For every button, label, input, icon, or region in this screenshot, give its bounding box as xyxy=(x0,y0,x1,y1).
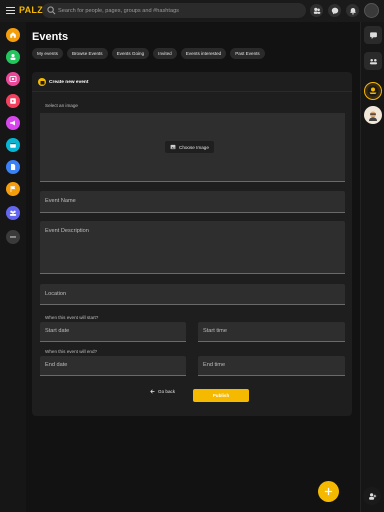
top-bar: PALZ xyxy=(0,0,384,22)
left-sidebar xyxy=(0,22,26,512)
end-label: When this event will end? xyxy=(45,349,98,354)
card-header: Create new event xyxy=(38,78,88,86)
profile-avatar[interactable] xyxy=(364,3,379,18)
start-time-placeholder: Start time xyxy=(203,328,227,334)
tab-invited[interactable]: Invited xyxy=(153,48,177,59)
end-date-field[interactable]: End date xyxy=(40,356,186,376)
arrow-left-icon xyxy=(150,389,155,394)
image-icon xyxy=(170,144,176,150)
plus-icon xyxy=(324,487,333,496)
event-description-field[interactable]: Event Description xyxy=(40,221,345,274)
flag-icon[interactable] xyxy=(6,182,20,196)
tab-my-events[interactable]: My events xyxy=(32,48,63,59)
page-icon[interactable] xyxy=(6,160,20,174)
add-button[interactable] xyxy=(318,481,339,502)
choose-image-label: Choose Image xyxy=(179,144,209,150)
publish-label: Publish xyxy=(212,393,230,398)
menu-icon[interactable] xyxy=(6,7,15,14)
calendar-icon[interactable] xyxy=(6,138,20,152)
image-dropzone[interactable]: Choose Image xyxy=(40,113,345,182)
end-time-field[interactable]: End time xyxy=(198,356,345,376)
add-friend-icon[interactable] xyxy=(363,487,381,505)
location-field[interactable]: Location xyxy=(40,284,345,305)
page-title: Events xyxy=(32,31,69,43)
photo-icon[interactable] xyxy=(6,72,20,86)
tab-past-events[interactable]: Past Events xyxy=(230,48,265,59)
event-name-placeholder: Event Name xyxy=(45,198,76,204)
more-icon[interactable] xyxy=(6,230,20,244)
event-tabs: My events Browse Events Events Going Inv… xyxy=(32,48,265,59)
choose-image-button[interactable]: Choose Image xyxy=(165,141,214,153)
home-icon[interactable] xyxy=(6,28,20,42)
card-title: Create new event xyxy=(49,79,89,85)
event-name-field[interactable]: Event Name xyxy=(40,191,345,213)
tab-events-going[interactable]: Events Going xyxy=(111,48,150,59)
start-time-field[interactable]: Start time xyxy=(198,322,345,342)
tab-events-interested[interactable]: Events interested xyxy=(180,48,227,59)
group-chat-icon[interactable] xyxy=(364,52,382,70)
end-time-placeholder: End time xyxy=(203,362,226,368)
chat-icon[interactable] xyxy=(364,26,382,44)
location-placeholder: Location xyxy=(45,291,67,297)
start-date-placeholder: Start date xyxy=(45,328,70,334)
video-icon[interactable] xyxy=(6,94,20,108)
calendar-icon xyxy=(38,78,46,86)
divider xyxy=(32,91,352,92)
bell-icon[interactable] xyxy=(346,4,359,17)
publish-button[interactable]: Publish xyxy=(193,389,249,402)
friends-icon[interactable] xyxy=(310,4,323,17)
search-icon xyxy=(47,6,56,15)
right-sidebar xyxy=(360,22,384,512)
end-date-placeholder: End date xyxy=(45,362,68,368)
search-bar[interactable] xyxy=(42,3,306,18)
start-label: When this event will start? xyxy=(45,315,99,320)
groups-icon[interactable] xyxy=(6,206,20,220)
brand-logo[interactable]: PALZ xyxy=(19,5,43,15)
go-back-label: Go back xyxy=(158,389,176,394)
event-description-placeholder: Event Description xyxy=(45,228,89,234)
messenger-icon[interactable] xyxy=(328,4,341,17)
start-date-field[interactable]: Start date xyxy=(40,322,186,342)
search-input[interactable] xyxy=(58,3,298,18)
image-label: Select an image xyxy=(45,103,78,108)
megaphone-icon[interactable] xyxy=(6,116,20,130)
tab-browse-events[interactable]: Browse Events xyxy=(66,48,108,59)
go-back-button[interactable]: Go back xyxy=(150,389,175,394)
contact-avatar[interactable] xyxy=(364,82,382,100)
contact-avatar[interactable] xyxy=(364,106,382,124)
users-icon[interactable] xyxy=(6,50,20,64)
